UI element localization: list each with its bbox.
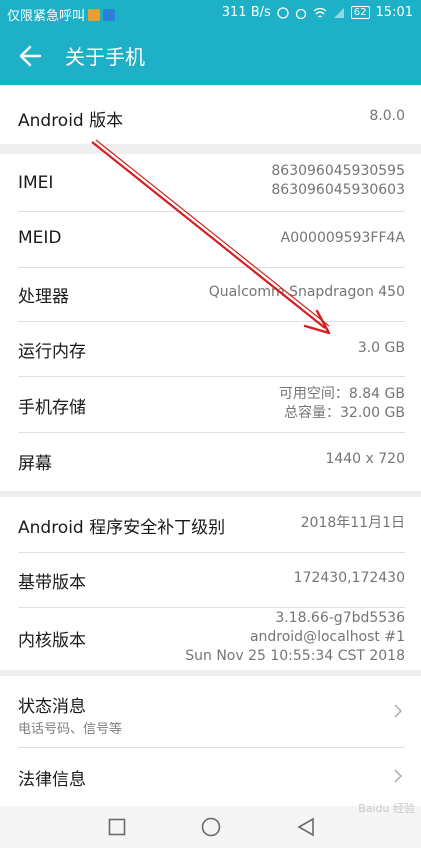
info-card: 状态消息 电话号码、信号等 法律信息 (0, 676, 421, 806)
security-patch-row: Android 程序安全补丁级别 2018年11月1日 (18, 497, 405, 553)
imei-value-2: 863096045930603 (271, 182, 405, 198)
meid-label: MEID (18, 228, 62, 248)
status-bar: 仅限紧急呼叫 311 B/s 62 15:01 (0, 0, 421, 27)
version-card: Android 版本 8.0.0 (0, 85, 421, 144)
meid-row: MEID A000009593FF4A (18, 211, 405, 268)
security-patch-value: 2018年11月1日 (300, 515, 405, 531)
wifi-icon (313, 7, 327, 17)
android-version-value: 8.0.0 (369, 108, 405, 124)
screen-value: 1440 x 720 (325, 451, 405, 467)
processor-value: Qualcomm Snapdragon 450 (208, 284, 405, 300)
notification-play-icon (103, 8, 116, 21)
processor-row: 处理器 Qualcomm Snapdragon 450 (18, 267, 405, 322)
signal-icon (333, 7, 344, 18)
kernel-line-2: android@localhost #1 (249, 629, 405, 645)
network-speed: 311 B/s (221, 5, 271, 20)
imei-label: IMEI (18, 173, 54, 193)
arrow-left-icon[interactable] (16, 41, 46, 71)
kernel-label: 内核版本 (18, 631, 86, 651)
ram-value: 3.0 GB (357, 340, 405, 356)
alarm-icon (295, 8, 306, 19)
kernel-values: 3.18.66-g7bd5536 android@localhost #1 Su… (185, 609, 405, 666)
home-circle-icon[interactable] (201, 817, 221, 837)
notification-app-icon (88, 8, 101, 21)
storage-values: 可用空间：8.84 GB 总容量：32.00 GB (279, 385, 405, 423)
status-info-row[interactable]: 状态消息 电话号码、信号等 (18, 676, 405, 748)
baseband-label: 基带版本 (18, 573, 86, 593)
status-info-label: 状态消息 (18, 697, 86, 717)
software-card: Android 程序安全补丁级别 2018年11月1日 基带版本 172430,… (0, 497, 421, 670)
storage-row: 手机存储 可用空间：8.84 GB 总容量：32.00 GB (18, 376, 405, 433)
page-title: 关于手机 (65, 45, 145, 69)
storage-available: 可用空间：8.84 GB (278, 386, 405, 402)
screen-row: 屏幕 1440 x 720 (18, 432, 405, 491)
recents-square-icon[interactable] (108, 818, 126, 836)
legal-info-label: 法律信息 (18, 770, 86, 790)
imei-value-1: 863096045930595 (271, 163, 405, 179)
app-bar: 关于手机 (0, 27, 421, 85)
back-triangle-icon[interactable] (297, 817, 315, 837)
chevron-right-icon (394, 704, 403, 718)
kernel-line-3: Sun Nov 25 10:55:34 CST 2018 (185, 648, 405, 664)
processor-label: 处理器 (18, 287, 69, 307)
status-info-sub: 电话号码、信号等 (18, 722, 123, 737)
meid-value: A000009593FF4A (280, 230, 405, 246)
clock: 15:01 (375, 5, 413, 20)
imei-values: 863096045930595 863096045930603 (271, 162, 405, 200)
android-version-label: Android 版本 (18, 111, 124, 131)
watermark: Baidu 经验 (358, 802, 415, 815)
vibrate-icon (277, 6, 289, 19)
security-patch-label: Android 程序安全补丁级别 (18, 518, 226, 538)
baseband-value: 172430,172430 (293, 570, 405, 586)
imei-row: IMEI 863096045930595 863096045930603 (18, 154, 405, 212)
ram-label: 运行内存 (18, 342, 86, 362)
kernel-line-1: 3.18.66-g7bd5536 (275, 610, 405, 626)
legal-info-row[interactable]: 法律信息 (18, 747, 405, 806)
baseband-row: 基带版本 172430,172430 (18, 552, 405, 608)
ram-row: 运行内存 3.0 GB (18, 321, 405, 377)
screen-label: 屏幕 (18, 454, 52, 474)
android-version-row[interactable]: Android 版本 8.0.0 (18, 85, 405, 144)
kernel-row: 内核版本 3.18.66-g7bd5536 android@localhost … (18, 607, 405, 670)
carrier-text: 仅限紧急呼叫 (7, 9, 86, 24)
battery-icon: 62 (350, 6, 370, 19)
hardware-card: IMEI 863096045930595 863096045930603 MEI… (0, 154, 421, 491)
storage-total: 总容量：32.00 GB (284, 405, 405, 421)
storage-label: 手机存储 (18, 398, 86, 418)
chevron-right-icon (394, 769, 403, 783)
